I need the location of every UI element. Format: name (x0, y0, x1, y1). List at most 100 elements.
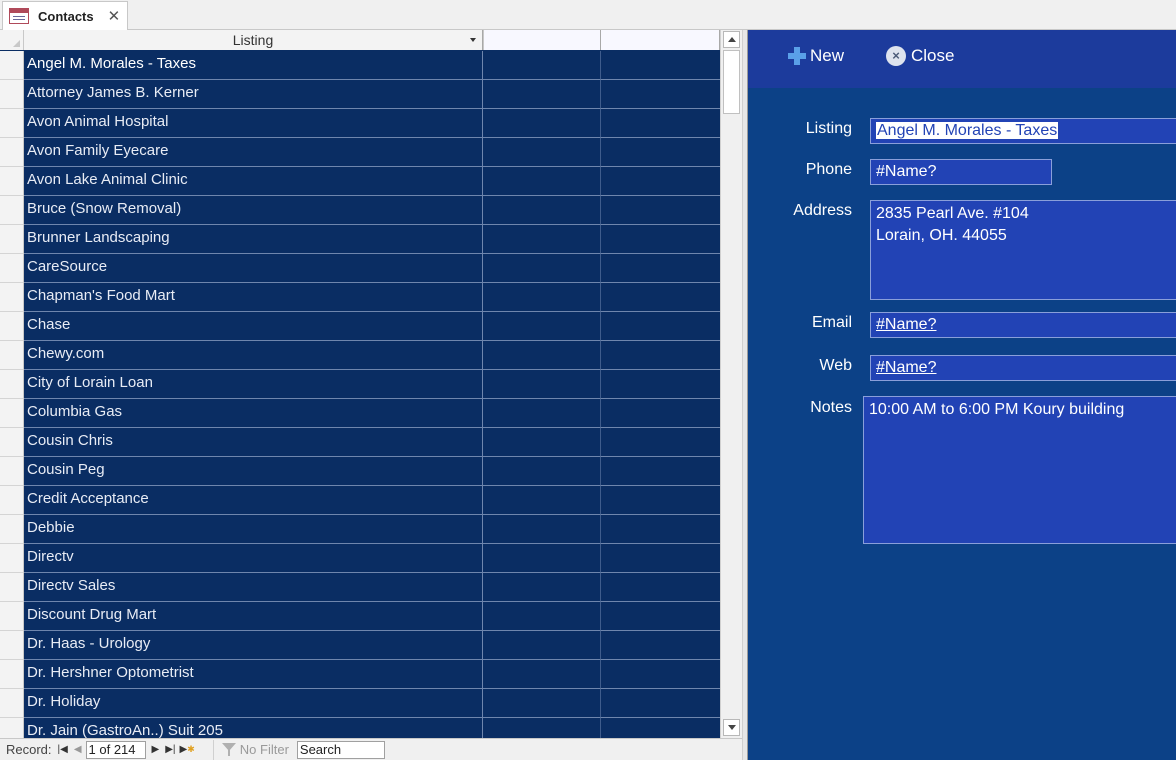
listing-cell[interactable]: Avon Animal Hospital (24, 109, 483, 138)
table-row[interactable]: Debbie (0, 515, 720, 544)
filter-toggle[interactable]: No Filter (212, 739, 289, 760)
listing-field[interactable]: Angel M. Morales - Taxes (870, 118, 1176, 144)
empty-cell[interactable] (483, 718, 601, 738)
notes-field[interactable]: 10:00 AM to 6:00 PM Koury building (863, 396, 1176, 544)
empty-cell[interactable] (601, 51, 720, 80)
listing-cell[interactable]: Discount Drug Mart (24, 602, 483, 631)
vertical-scrollbar[interactable] (720, 30, 742, 738)
empty-cell[interactable] (601, 254, 720, 283)
table-row[interactable]: Dr. Holiday (0, 689, 720, 718)
row-selector[interactable] (0, 167, 24, 196)
empty-cell[interactable] (483, 399, 601, 428)
listing-cell[interactable]: Angel M. Morales - Taxes (24, 51, 483, 80)
empty-cell[interactable] (601, 341, 720, 370)
column-header-3[interactable] (601, 30, 720, 50)
row-selector[interactable] (0, 718, 24, 738)
listing-cell[interactable]: Cousin Chris (24, 428, 483, 457)
table-row[interactable]: Chase (0, 312, 720, 341)
empty-cell[interactable] (483, 225, 601, 254)
phone-field[interactable]: #Name? (870, 159, 1052, 185)
listing-cell[interactable]: Directv (24, 544, 483, 573)
listing-cell[interactable]: Dr. Hershner Optometrist (24, 660, 483, 689)
empty-cell[interactable] (483, 573, 601, 602)
empty-cell[interactable] (483, 631, 601, 660)
table-row[interactable]: Directv Sales (0, 573, 720, 602)
empty-cell[interactable] (483, 196, 601, 225)
empty-cell[interactable] (601, 167, 720, 196)
scroll-up-arrow-icon[interactable] (723, 31, 740, 48)
row-selector[interactable] (0, 312, 24, 341)
listing-cell[interactable]: Columbia Gas (24, 399, 483, 428)
empty-cell[interactable] (601, 399, 720, 428)
empty-cell[interactable] (601, 312, 720, 341)
empty-cell[interactable] (601, 283, 720, 312)
empty-cell[interactable] (601, 196, 720, 225)
empty-cell[interactable] (483, 254, 601, 283)
row-selector[interactable] (0, 573, 24, 602)
listing-cell[interactable]: Chapman's Food Mart (24, 283, 483, 312)
select-all-button[interactable] (0, 30, 24, 50)
listing-cell[interactable]: CareSource (24, 254, 483, 283)
table-row[interactable]: City of Lorain Loan (0, 370, 720, 399)
empty-cell[interactable] (483, 109, 601, 138)
table-row[interactable]: Angel M. Morales - Taxes (0, 51, 720, 80)
column-header-listing[interactable]: Listing (24, 30, 483, 50)
listing-cell[interactable]: Avon Family Eyecare (24, 138, 483, 167)
row-selector[interactable] (0, 196, 24, 225)
address-field[interactable]: 2835 Pearl Ave. #104 Lorain, OH. 44055 (870, 200, 1176, 300)
table-row[interactable]: Credit Acceptance (0, 486, 720, 515)
table-row[interactable]: CareSource (0, 254, 720, 283)
listing-cell[interactable]: Attorney James B. Kerner (24, 80, 483, 109)
empty-cell[interactable] (483, 370, 601, 399)
row-selector[interactable] (0, 457, 24, 486)
empty-cell[interactable] (483, 428, 601, 457)
table-row[interactable]: Attorney James B. Kerner (0, 80, 720, 109)
empty-cell[interactable] (483, 341, 601, 370)
empty-cell[interactable] (601, 660, 720, 689)
empty-cell[interactable] (483, 167, 601, 196)
empty-cell[interactable] (601, 225, 720, 254)
record-position-input[interactable]: 1 of 214 (85, 740, 146, 759)
column-header-2[interactable] (483, 30, 601, 50)
empty-cell[interactable] (601, 718, 720, 738)
search-input[interactable]: Search (296, 740, 385, 759)
listing-cell[interactable]: Chase (24, 312, 483, 341)
new-record-icon[interactable]: ▶✱ (180, 744, 195, 755)
row-selector[interactable] (0, 283, 24, 312)
listing-cell[interactable]: Chewy.com (24, 341, 483, 370)
email-field[interactable]: #Name? (870, 312, 1176, 338)
listing-cell[interactable]: Dr. Holiday (24, 689, 483, 718)
table-row[interactable]: Avon Animal Hospital (0, 109, 720, 138)
row-selector[interactable] (0, 80, 24, 109)
scroll-down-arrow-icon[interactable] (723, 719, 740, 736)
row-selector[interactable] (0, 370, 24, 399)
row-selector[interactable] (0, 51, 24, 80)
listing-cell[interactable]: Dr. Haas - Urology (24, 631, 483, 660)
row-selector[interactable] (0, 631, 24, 660)
listing-cell[interactable]: Avon Lake Animal Clinic (24, 167, 483, 196)
empty-cell[interactable] (483, 138, 601, 167)
row-selector[interactable] (0, 225, 24, 254)
tab-contacts[interactable]: Contacts ✕ (2, 1, 128, 30)
row-selector[interactable] (0, 341, 24, 370)
last-record-icon[interactable]: ▶| (165, 744, 175, 755)
row-selector[interactable] (0, 486, 24, 515)
close-button[interactable]: × Close (886, 46, 954, 66)
sort-dropdown-icon[interactable] (470, 38, 476, 42)
empty-cell[interactable] (601, 486, 720, 515)
empty-cell[interactable] (601, 515, 720, 544)
first-record-icon[interactable]: |◀ (58, 744, 68, 755)
previous-record-icon[interactable]: ◀ (74, 744, 82, 755)
empty-cell[interactable] (483, 689, 601, 718)
table-row[interactable]: Discount Drug Mart (0, 602, 720, 631)
table-row[interactable]: Avon Family Eyecare (0, 138, 720, 167)
table-row[interactable]: Dr. Hershner Optometrist (0, 660, 720, 689)
listing-cell[interactable]: Debbie (24, 515, 483, 544)
scroll-thumb[interactable] (723, 50, 740, 114)
empty-cell[interactable] (483, 283, 601, 312)
empty-cell[interactable] (601, 109, 720, 138)
table-row[interactable]: Chewy.com (0, 341, 720, 370)
table-row[interactable]: Dr. Haas - Urology (0, 631, 720, 660)
listing-cell[interactable]: Directv Sales (24, 573, 483, 602)
row-selector[interactable] (0, 602, 24, 631)
